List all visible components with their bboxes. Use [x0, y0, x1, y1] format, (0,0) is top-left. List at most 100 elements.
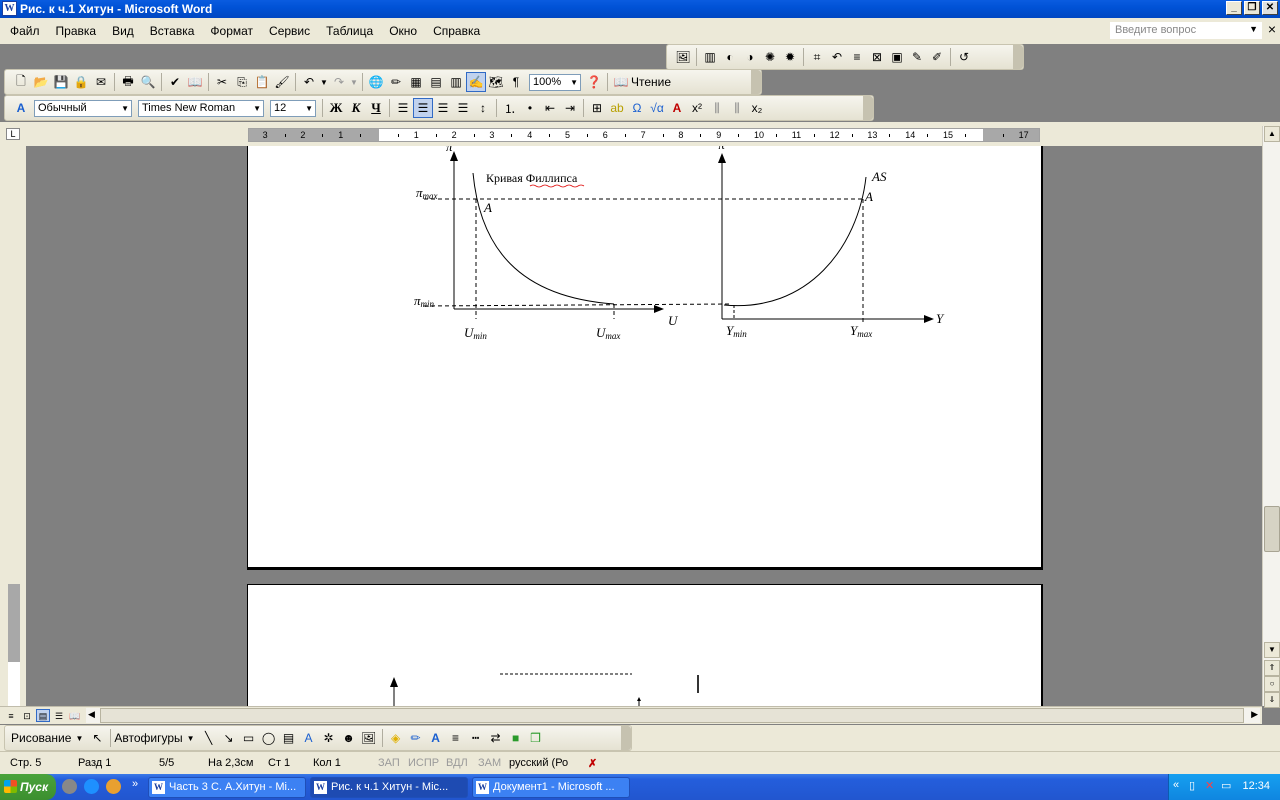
dash-style-icon[interactable]: ┅	[466, 728, 486, 748]
drawing-icon[interactable]: ✍	[466, 72, 486, 92]
normal-view-icon[interactable]: ≡	[4, 709, 18, 722]
chevron-down-icon[interactable]: ▼	[570, 75, 578, 90]
select-objects-icon[interactable]: ↖	[87, 728, 107, 748]
quicklaunch-more-icon[interactable]: »	[132, 778, 138, 790]
menu-table[interactable]: Таблица	[326, 24, 373, 38]
more-brightness-icon[interactable]: ✺	[760, 47, 780, 67]
style-combo[interactable]: Обычный ▼	[34, 99, 132, 117]
ask-question-box[interactable]: Введите вопрос ▼	[1110, 22, 1262, 39]
task-button-2[interactable]: W Рис. к ч.1 Хитун - Mic...	[310, 777, 468, 798]
tables-borders-icon[interactable]: ✏	[386, 72, 406, 92]
align-objects-icon[interactable]: ⫼	[727, 98, 747, 118]
quicklaunch-icon-2[interactable]	[84, 779, 99, 794]
horizontal-scroll-track[interactable]: ◀ ▶	[86, 708, 1260, 723]
chevron-down-icon[interactable]: ▼	[1249, 24, 1258, 34]
network-icon[interactable]: ▯	[1189, 779, 1195, 792]
menu-window[interactable]: Окно	[389, 24, 417, 38]
reading-icon[interactable]: 📖	[611, 72, 631, 92]
draw-font-color-icon[interactable]: A	[426, 728, 446, 748]
print-icon[interactable]: 🖶	[118, 72, 138, 92]
wordart-icon[interactable]: A	[299, 728, 319, 748]
print-layout-icon[interactable]: ▤	[36, 709, 50, 722]
hyperlink-icon[interactable]: 🌐	[366, 72, 386, 92]
justify-icon[interactable]: ☰	[453, 98, 473, 118]
next-page-button[interactable]: ⇓	[1264, 692, 1280, 708]
status-overtype[interactable]: ЗАМ	[478, 757, 501, 769]
undo-dropdown-icon[interactable]: ▼	[319, 72, 329, 92]
equation-icon[interactable]: √α	[647, 98, 667, 118]
rotate-icon[interactable]: ↶	[827, 47, 847, 67]
bold-icon[interactable]: Ж	[326, 98, 346, 118]
help-icon[interactable]: ❓	[584, 72, 604, 92]
chevron-down-icon[interactable]: ▼	[187, 734, 195, 743]
scroll-right-icon[interactable]: ▶	[1251, 709, 1258, 720]
toolbar-options-grip[interactable]	[621, 726, 631, 750]
align-left-icon[interactable]: ☰	[393, 98, 413, 118]
document-map-icon[interactable]: 🗺	[486, 72, 506, 92]
subscript-icon[interactable]: x₂	[747, 98, 767, 118]
reading-view-icon[interactable]: 📖	[68, 709, 82, 722]
quicklaunch-icon-3[interactable]	[106, 779, 121, 794]
insert-excel-icon[interactable]: ▤	[426, 72, 446, 92]
format-painter-icon[interactable]: 🖌	[272, 72, 292, 92]
restore-button[interactable]: ❐	[1244, 1, 1260, 15]
close-button[interactable]: ✕	[1262, 1, 1278, 15]
styles-icon[interactable]: A	[11, 98, 31, 118]
line-spacing-icon[interactable]: ↕	[473, 98, 493, 118]
menu-help[interactable]: Справка	[433, 24, 480, 38]
3d-icon[interactable]: ❒	[526, 728, 546, 748]
redo-icon[interactable]: ↷	[329, 72, 349, 92]
zoom-combo[interactable]: 100% ▼	[529, 73, 581, 91]
status-track-changes[interactable]: ИСПР	[408, 757, 439, 769]
increase-indent-icon[interactable]: ⇥	[560, 98, 580, 118]
document-page-2[interactable]	[247, 584, 1043, 706]
permission-icon[interactable]: 🔒	[71, 72, 91, 92]
chevron-down-icon[interactable]: ▼	[253, 101, 261, 116]
new-document-icon[interactable]: 🗋	[11, 72, 31, 92]
close-document-icon[interactable]: ×	[1268, 22, 1276, 36]
toolbar-options-grip[interactable]	[863, 96, 873, 120]
decrease-indent-icon[interactable]: ⇤	[540, 98, 560, 118]
omega-icon[interactable]: Ω	[627, 98, 647, 118]
tray-expand-icon[interactable]: «	[1173, 779, 1179, 791]
minimize-button[interactable]: _	[1226, 1, 1242, 15]
clip-art-icon[interactable]: ☻	[339, 728, 359, 748]
undo-icon[interactable]: ↶	[299, 72, 319, 92]
horizontal-scroll-thumb[interactable]	[100, 708, 1244, 723]
font-color-icon[interactable]: A	[667, 98, 687, 118]
menu-insert[interactable]: Вставка	[150, 24, 195, 38]
highlight-icon[interactable]: ab	[607, 98, 627, 118]
research-icon[interactable]: 📖	[185, 72, 205, 92]
document-area[interactable]: π U Кривая Филлипса A πmax πmin Umin Uma…	[26, 146, 1262, 706]
print-preview-icon[interactable]: 🔍	[138, 72, 158, 92]
menu-file[interactable]: Файл	[10, 24, 40, 38]
italic-icon[interactable]: К	[346, 98, 366, 118]
email-icon[interactable]: ✉	[91, 72, 111, 92]
distribute-icon[interactable]: ⫼	[707, 98, 727, 118]
status-record[interactable]: ЗАП	[378, 757, 400, 769]
rectangle-icon[interactable]: ▭	[239, 728, 259, 748]
text-wrap-icon[interactable]: ▣	[887, 47, 907, 67]
paste-icon[interactable]: 📋	[252, 72, 272, 92]
align-center-icon[interactable]: ☰	[413, 98, 433, 118]
word-app-icon[interactable]: W	[2, 1, 17, 16]
menu-format[interactable]: Формат	[210, 24, 253, 38]
shadow-icon[interactable]: ■	[506, 728, 526, 748]
show-hide-icon[interactable]: ¶	[506, 72, 526, 92]
font-combo[interactable]: Times New Roman ▼	[138, 99, 264, 117]
line-color-icon[interactable]: ✏	[406, 728, 426, 748]
status-extend[interactable]: ВДЛ	[446, 757, 468, 769]
vertical-scroll-thumb[interactable]	[1264, 506, 1280, 552]
diagram-icon[interactable]: ✲	[319, 728, 339, 748]
format-picture-icon[interactable]: ✎	[907, 47, 927, 67]
chevron-down-icon[interactable]: ▼	[75, 734, 83, 743]
menu-tools[interactable]: Сервис	[269, 24, 310, 38]
picture-icon[interactable]: 🖼	[359, 728, 379, 748]
scroll-left-icon[interactable]: ◀	[88, 709, 95, 720]
toolbar-options-grip[interactable]	[751, 70, 761, 94]
crop-icon[interactable]: ⌗	[807, 47, 827, 67]
save-icon[interactable]: 💾	[51, 72, 71, 92]
web-view-icon[interactable]: ⊡	[20, 709, 34, 722]
chevron-down-icon[interactable]: ▼	[121, 101, 129, 116]
quicklaunch-icon-1[interactable]	[62, 779, 77, 794]
